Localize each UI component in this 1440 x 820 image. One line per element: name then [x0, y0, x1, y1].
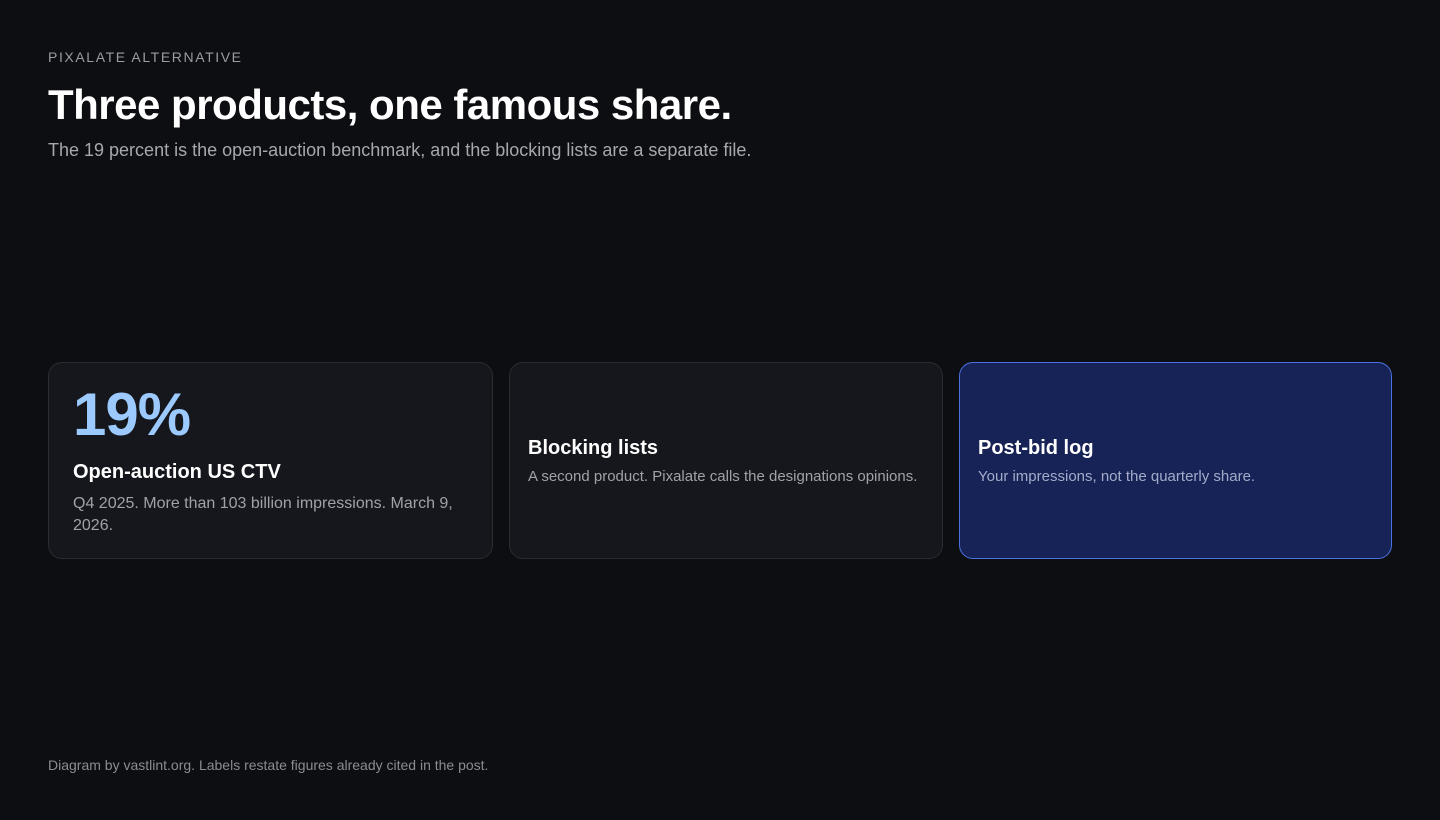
stat-value: 19%: [73, 380, 191, 448]
eyebrow-label: PIXALATE ALTERNATIVE: [48, 49, 243, 65]
header: PIXALATE ALTERNATIVE Three products, one…: [48, 48, 1248, 162]
card-post-bid-log: Post-bid log Your impressions, not the q…: [959, 362, 1392, 559]
card-open-auction: 19% Open-auction US CTV Q4 2025. More th…: [48, 362, 493, 559]
page-subtitle: The 19 percent is the open-auction bench…: [48, 140, 752, 160]
card-description: A second product. Pixalate calls the des…: [528, 467, 918, 485]
card-title: Blocking lists: [528, 436, 659, 459]
card-title: Open-auction US CTV: [73, 460, 281, 483]
page-title: Three products, one famous share.: [48, 81, 732, 128]
footer-note: Diagram by vastlint.org. Labels restate …: [48, 757, 489, 773]
card-blocking-lists: Blocking lists A second product. Pixalat…: [509, 362, 943, 559]
card-title: Post-bid log: [978, 436, 1094, 459]
card-description: Q4 2025. More than 103 billion impressio…: [73, 494, 453, 534]
card-description: Your impressions, not the quarterly shar…: [978, 467, 1256, 485]
